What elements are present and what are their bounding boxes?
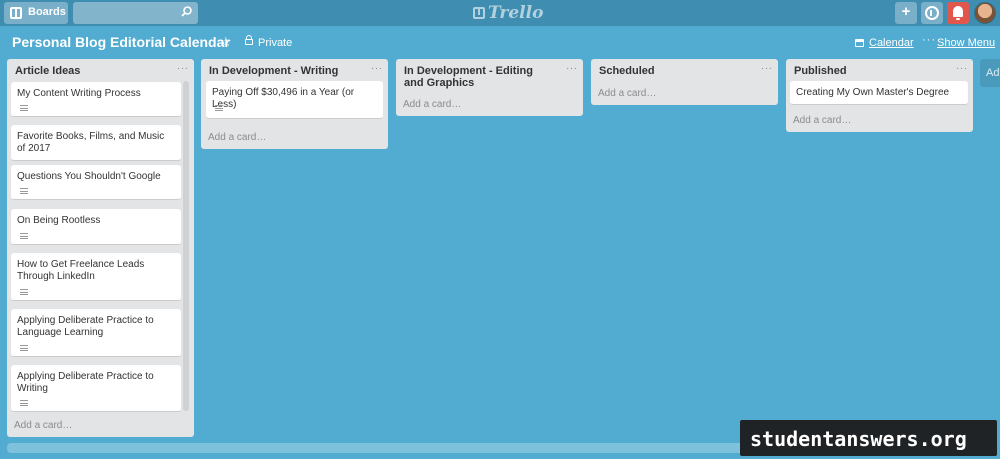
info-icon (925, 6, 939, 20)
list-card[interactable]: Favorite Books, Films, and Music of 2017 (11, 125, 181, 161)
list-title[interactable]: Published (794, 65, 847, 77)
list-card[interactable]: Applying Deliberate Practice to Language… (11, 309, 181, 357)
card-title: On Being Rootless (17, 215, 101, 226)
bell-icon (953, 6, 963, 20)
boards-label: Boards (28, 6, 66, 18)
list-card[interactable]: How to Get Freelance Leads Through Linke… (11, 253, 181, 301)
list-title[interactable]: In Development - Writing (209, 65, 338, 77)
list-published: Published ··· Creating My Own Master's D… (786, 59, 973, 132)
description-icon (20, 188, 28, 195)
list-scrollbar[interactable] (183, 81, 189, 411)
info-button[interactable] (921, 2, 943, 24)
trello-logo-icon (473, 7, 485, 19)
add-card-link[interactable]: Add a card… (793, 115, 851, 126)
list-card[interactable]: On Being Rootless (11, 209, 181, 245)
create-button[interactable]: + (895, 2, 917, 24)
list-in-development-writing: In Development - Writing ··· Paying Off … (201, 59, 388, 149)
list-menu-icon[interactable]: ··· (371, 63, 385, 74)
list-menu-icon[interactable]: ··· (566, 63, 580, 74)
search-input[interactable] (73, 2, 198, 24)
list-title[interactable]: Article Ideas (15, 65, 80, 77)
card-title: Applying Deliberate Practice to Writing (17, 371, 154, 394)
card-title: Applying Deliberate Practice to Language… (17, 315, 154, 338)
list-card[interactable]: Creating My Own Master's Degree (790, 81, 968, 105)
list-scheduled: Scheduled ··· Add a card… (591, 59, 778, 105)
add-card-link[interactable]: Add a card… (598, 88, 656, 99)
card-title: Favorite Books, Films, and Music of 2017 (17, 131, 165, 154)
search-icon[interactable] (181, 6, 192, 17)
description-icon (20, 345, 28, 352)
add-card-link[interactable]: Add a card… (403, 99, 461, 110)
list-in-development-editing-graphics: In Development - Editing and Graphics ··… (396, 59, 583, 116)
notifications-button[interactable] (947, 2, 969, 24)
star-icon[interactable]: ☆ (220, 34, 232, 50)
description-icon (20, 105, 28, 112)
list-card[interactable]: My Content Writing Process (11, 82, 181, 117)
lock-icon (245, 35, 253, 45)
card-title: Creating My Own Master's Degree (796, 87, 950, 98)
list-menu-icon[interactable]: ··· (761, 63, 775, 74)
boards-button[interactable]: Boards (4, 2, 68, 24)
list-card[interactable]: Applying Deliberate Practice to Writing (11, 365, 181, 412)
trello-logo[interactable]: Trello (473, 3, 543, 23)
more-dots-icon: ··· (922, 34, 936, 46)
description-icon (20, 400, 28, 407)
list-article-ideas: Article Ideas ··· My Content Writing Pro… (7, 59, 194, 437)
card-title: Paying Off $30,496 in a Year (or Less) (212, 87, 355, 110)
board-title[interactable]: Personal Blog Editorial Calendar (12, 34, 230, 50)
description-icon (20, 289, 28, 296)
list-menu-icon[interactable]: ··· (956, 63, 970, 74)
board-horizontal-scrollbar[interactable] (7, 443, 792, 453)
add-list-button[interactable]: Ad (980, 59, 1000, 87)
show-menu-link[interactable]: Show Menu (937, 37, 995, 49)
logo-text: Trello (488, 3, 544, 23)
description-icon (20, 233, 28, 240)
top-header: Boards Trello + (0, 0, 1000, 26)
avatar[interactable] (974, 2, 996, 24)
watermark-text: studentanswers.org (750, 427, 967, 451)
card-title: Questions You Shouldn't Google (17, 171, 161, 182)
list-menu-icon[interactable]: ··· (177, 63, 191, 74)
calendar-icon (855, 39, 864, 47)
add-card-link[interactable]: Add a card… (14, 420, 72, 431)
visibility-button[interactable]: Private (258, 37, 292, 49)
calendar-link[interactable]: Calendar (869, 37, 914, 49)
list-card[interactable]: Questions You Shouldn't Google (11, 165, 181, 200)
add-card-link[interactable]: Add a card… (208, 132, 266, 143)
list-title[interactable]: In Development - Editing and Graphics (404, 65, 554, 89)
card-title: How to Get Freelance Leads Through Linke… (17, 259, 145, 282)
list-title[interactable]: Scheduled (599, 65, 655, 77)
card-title: My Content Writing Process (17, 88, 141, 99)
add-list-label: Ad (986, 67, 1000, 79)
watermark: studentanswers.org (740, 420, 997, 456)
description-icon (215, 105, 223, 112)
plus-icon: + (901, 3, 911, 20)
boards-icon (10, 7, 22, 19)
list-card[interactable]: Paying Off $30,496 in a Year (or Less) (206, 81, 383, 119)
